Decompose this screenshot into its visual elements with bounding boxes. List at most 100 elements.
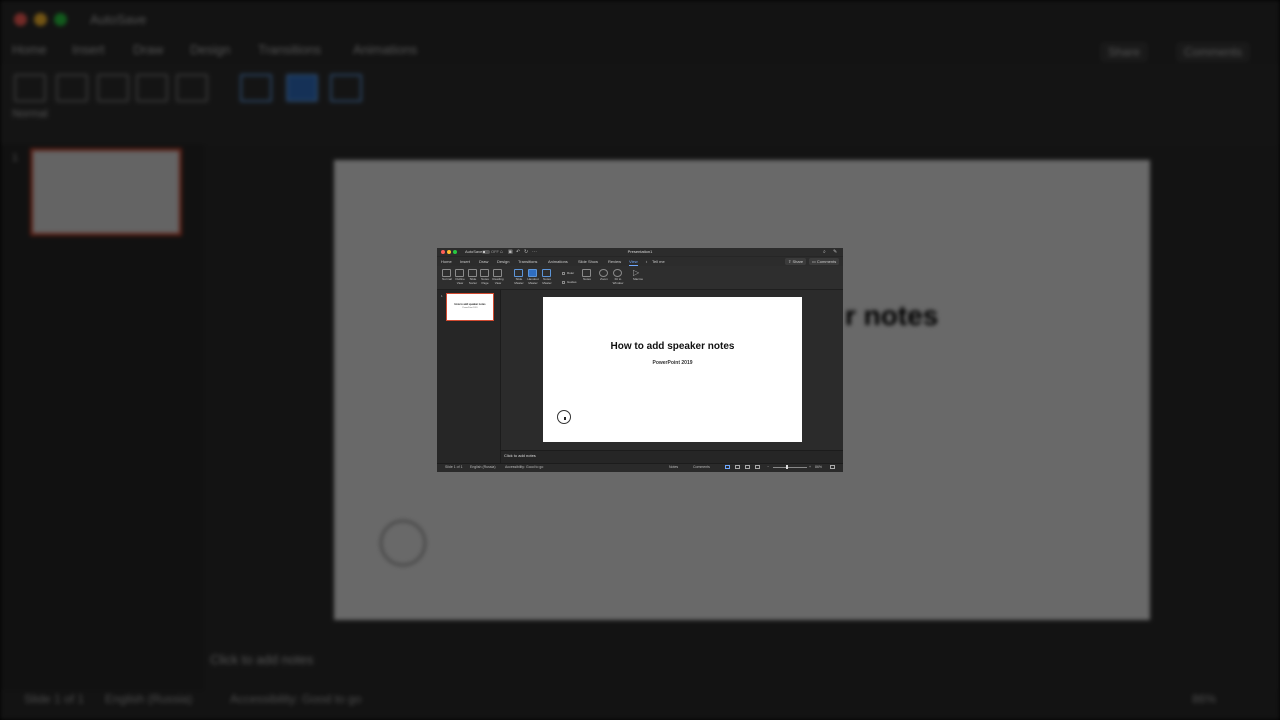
normal-view-label: Normal — [442, 277, 452, 281]
tab-transitions[interactable]: Transitions — [518, 259, 537, 264]
zoom-in-icon[interactable]: + — [809, 465, 811, 469]
slide-master-label: Slide Master — [514, 277, 524, 285]
bg-minimize-dot — [34, 13, 47, 26]
bg-language: English (Russia) — [105, 692, 193, 706]
guides-label: Guides — [567, 280, 577, 284]
reading-view-icon[interactable] — [493, 269, 502, 277]
bg-thumb-number: 1 — [12, 152, 19, 164]
notes-master-icon[interactable] — [542, 269, 551, 277]
fit-window-label: Fit to Window — [612, 277, 624, 285]
bg-tab: Design — [190, 42, 231, 57]
zoom-out-icon[interactable]: − — [767, 465, 769, 469]
slide-sorter-icon[interactable] — [468, 269, 477, 277]
slide-master-icon[interactable] — [514, 269, 523, 277]
normal-view-status-icon[interactable] — [725, 465, 730, 469]
bg-sorter-icon — [97, 74, 129, 102]
slide-thumbnail[interactable]: How to add speaker notes PowerPoint 2019 — [446, 293, 494, 321]
notes-pane[interactable] — [501, 450, 843, 463]
bg-cursor-ring — [380, 520, 426, 566]
bg-outline-icon — [56, 74, 88, 102]
slideshow-status-icon[interactable] — [755, 465, 760, 469]
normal-view-icon[interactable] — [442, 269, 451, 277]
bg-slide-count: Slide 1 of 1 — [24, 692, 85, 706]
bg-tab: Home — [12, 42, 47, 57]
fit-window-icon[interactable] — [613, 269, 622, 277]
feedback-icon[interactable]: ✎ — [833, 249, 837, 255]
play-icon[interactable]: ▷ — [633, 269, 642, 277]
tab-review[interactable]: Review — [608, 259, 621, 264]
comments-label: Comments — [816, 259, 837, 264]
bg-close-dot — [14, 13, 27, 26]
macros-label: Macros — [633, 277, 643, 281]
tab-view[interactable]: View — [629, 259, 638, 266]
bg-tab: Insert — [72, 42, 105, 57]
notes-status-button[interactable]: Notes — [669, 465, 678, 469]
bg-thumbnail — [30, 148, 182, 236]
zoom-label: Zoom — [600, 277, 608, 281]
notes-master-label: Notes Master — [542, 277, 552, 285]
bg-comments-button: Comments — [1176, 42, 1251, 62]
share-label: Share — [792, 259, 804, 264]
notes-placeholder[interactable]: Click to add notes — [504, 453, 536, 458]
notes-toggle-icon[interactable] — [582, 269, 591, 277]
notes-toggle-label: Notes — [583, 277, 591, 281]
bg-accessibility: Accessibility: Good to go — [230, 692, 362, 706]
cursor-pointer — [564, 417, 566, 420]
reading-view-label: Reading View — [492, 277, 504, 285]
bg-notes-master-icon — [330, 74, 362, 102]
bg-autosave-label: AutoSave — [90, 12, 147, 27]
tab-slide-show[interactable]: Slide Show — [578, 259, 598, 264]
language-indicator[interactable]: English (Russia) — [470, 465, 495, 469]
bg-zoom-level: 86% — [1192, 692, 1217, 706]
outline-view-label: Outline View — [455, 277, 465, 285]
slide-count: Slide 1 of 1 — [445, 465, 463, 469]
bg-notes-page-icon — [136, 74, 168, 102]
slide-subtitle[interactable]: PowerPoint 2019 — [543, 360, 802, 366]
tab-design[interactable]: Design — [497, 259, 509, 264]
ruler-label: Ruler — [567, 271, 575, 275]
powerpoint-window: AutoSave OFF ⌂ ▣ ↶ ↻ ⋯ Presentation1 ⌕ ✎… — [437, 248, 843, 472]
bg-titlebar — [0, 0, 1280, 38]
lightbulb-icon: ♁ — [645, 259, 648, 264]
bg-slide-master-icon — [240, 74, 272, 102]
slide-sorter-status-icon[interactable] — [735, 465, 740, 469]
thumbnail-number: 1 — [441, 294, 443, 298]
bg-reading-icon — [176, 74, 208, 102]
comments-status-button[interactable]: Comments — [693, 465, 710, 469]
bg-share-button: Share — [1100, 42, 1149, 62]
tab-draw[interactable]: Draw — [479, 259, 488, 264]
zoom-slider[interactable] — [773, 467, 807, 468]
bg-handout-master-icon — [286, 74, 318, 102]
bg-maximize-dot — [54, 13, 67, 26]
zoom-icon[interactable] — [599, 269, 608, 277]
tab-home[interactable]: Home — [441, 259, 452, 264]
share-button[interactable]: ⇪ Share — [785, 258, 807, 265]
bg-tab: Animations — [353, 42, 418, 57]
bg-slide-title-fragment: r notes — [845, 300, 939, 331]
zoom-level[interactable]: 86% — [815, 465, 822, 469]
notes-page-label: Notes Page — [481, 277, 489, 285]
thumbnail-title: How to add speaker notes — [454, 303, 486, 306]
accessibility-status[interactable]: Accessibility: Good to go — [505, 465, 543, 469]
comments-button[interactable]: ▭ Comments — [809, 258, 840, 265]
bg-normal-icon — [14, 74, 46, 102]
screen: AutoSave Home Insert Draw Design Transit… — [0, 0, 1280, 720]
zoom-slider-handle[interactable] — [786, 465, 788, 469]
slide-title[interactable]: How to add speaker notes — [543, 341, 802, 352]
search-icon[interactable]: ⌕ — [823, 249, 826, 255]
tab-animations[interactable]: Animations — [548, 259, 568, 264]
ruler-checkbox[interactable] — [562, 272, 565, 275]
handout-master-icon[interactable] — [528, 269, 537, 277]
slide-canvas[interactable]: How to add speaker notes PowerPoint 2019 — [543, 297, 802, 442]
notes-page-icon[interactable] — [480, 269, 489, 277]
window-title: Presentation1 — [627, 249, 653, 254]
handout-master-label: Handout Master — [527, 277, 539, 285]
tab-insert[interactable]: Insert — [460, 259, 470, 264]
thumbnail-subtitle: PowerPoint 2019 — [462, 307, 478, 309]
outline-view-icon[interactable] — [455, 269, 464, 277]
fit-slide-status-icon[interactable] — [830, 465, 835, 469]
guides-checkbox[interactable] — [562, 281, 565, 284]
tab-tell-me[interactable]: Tell me — [652, 259, 665, 264]
reading-view-status-icon[interactable] — [745, 465, 750, 469]
bg-tab: Draw — [133, 42, 164, 57]
